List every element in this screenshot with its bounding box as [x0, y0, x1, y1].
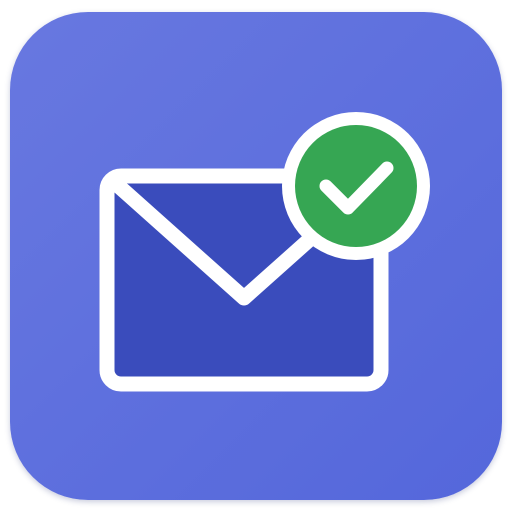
badge-circle	[295, 125, 417, 247]
checkmark-badge-icon	[282, 112, 430, 260]
app-icon-graphic	[10, 12, 502, 500]
icon-canvas	[0, 0, 512, 512]
app-icon-tile[interactable]	[10, 12, 502, 500]
